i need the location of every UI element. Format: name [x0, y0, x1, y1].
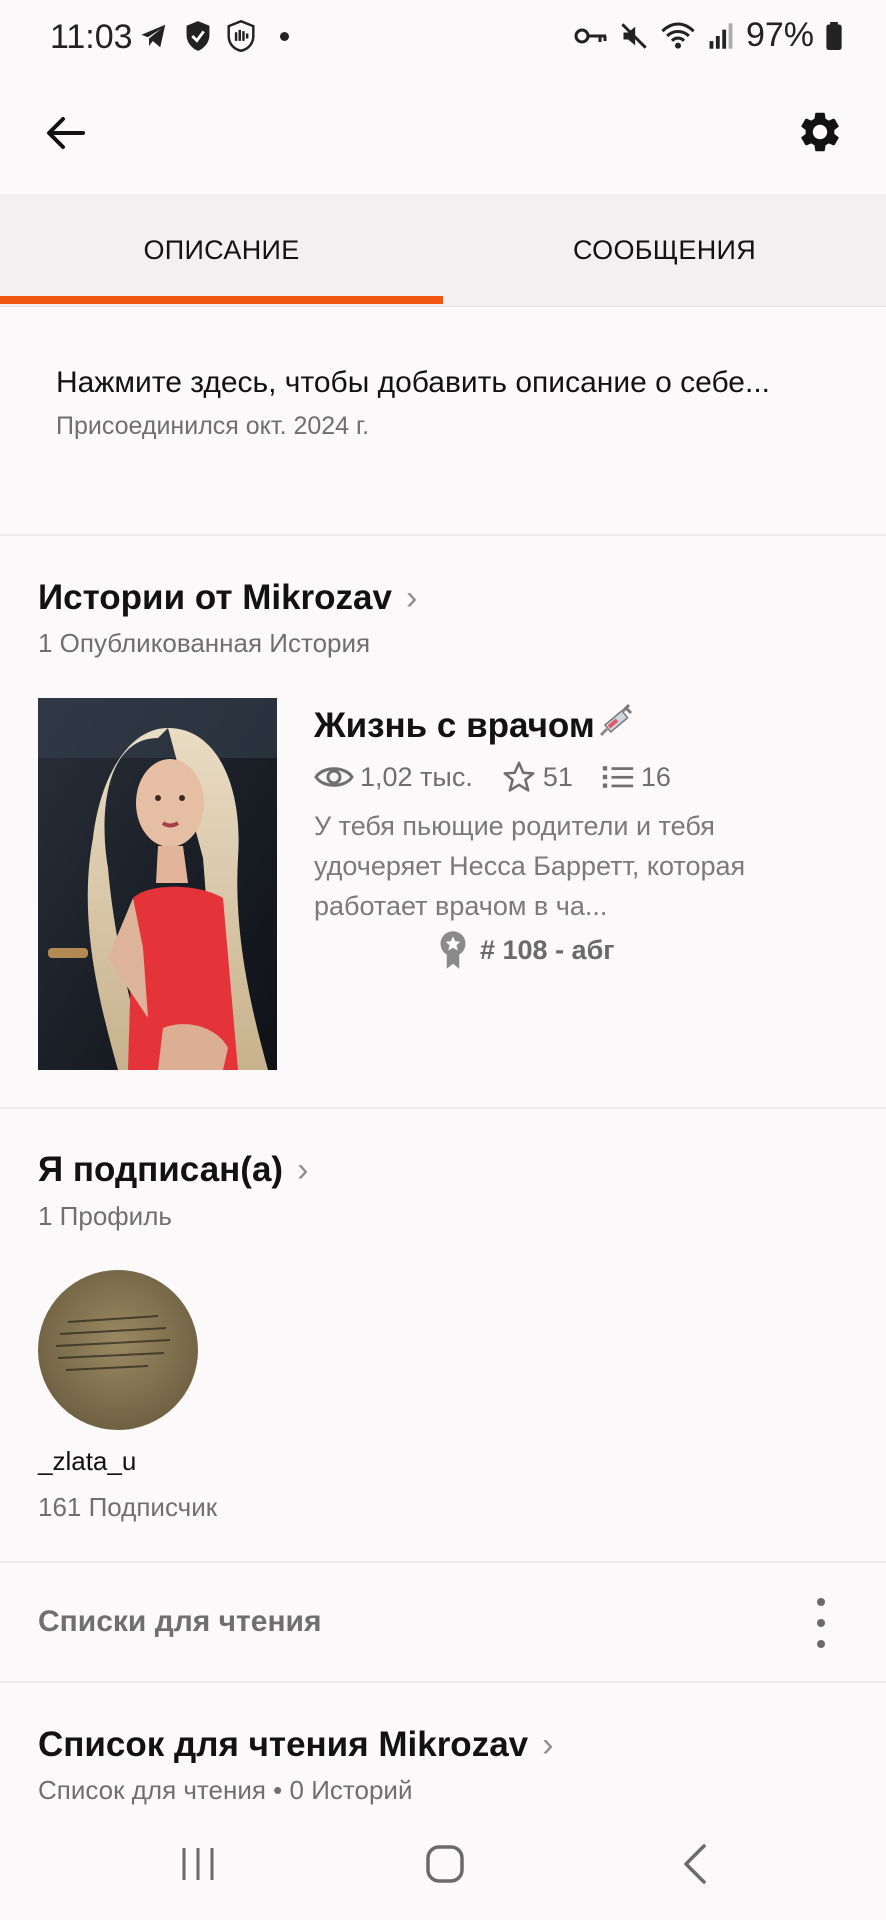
reading-list-title[interactable]: Список для чтения Mikrozav ›: [38, 1725, 553, 1765]
following-section-title[interactable]: Я подписан(а) ›: [38, 1150, 308, 1190]
avatar-image: [38, 1270, 198, 1430]
parts-stat: 16: [601, 762, 671, 793]
more-dot: [817, 1619, 825, 1627]
tab-description[interactable]: ОПИСАНИЕ: [0, 194, 443, 306]
status-time: 11:03: [50, 18, 133, 56]
following-username[interactable]: _zlata_u: [38, 1446, 136, 1477]
story-title-text: Жизнь с врачом: [314, 706, 595, 745]
settings-button[interactable]: [790, 102, 850, 162]
following-followers: 161 Подписчик: [38, 1492, 218, 1522]
story-title[interactable]: Жизнь с врачом: [314, 703, 635, 746]
app-bar: [0, 72, 886, 194]
gear-icon: [801, 112, 839, 152]
divider: [0, 1681, 886, 1683]
views-stat: 1,02 тыс.: [314, 762, 473, 793]
divider: [0, 1107, 886, 1109]
stories-count: 1 Опубликованная История: [38, 628, 371, 658]
recent-apps-button[interactable]: [158, 1834, 238, 1894]
cover-illustration: [38, 698, 277, 1070]
following-count: 1 Профиль: [38, 1201, 172, 1231]
story-cover-image[interactable]: [38, 698, 277, 1070]
profile-tabs: ОПИСАНИЕ СООБЩЕНИЯ: [0, 194, 886, 307]
chevron-right-icon: ›: [405, 578, 418, 617]
dot-icon: [280, 31, 289, 41]
chevron-left-icon: [684, 1844, 706, 1884]
eye-icon: [314, 767, 354, 787]
more-dot: [817, 1640, 825, 1648]
divider: [0, 534, 886, 536]
more-dot: [817, 1598, 825, 1606]
active-tab-indicator: [0, 296, 443, 304]
star-icon: [503, 761, 535, 792]
views-count: 1,02 тыс.: [360, 761, 473, 792]
status-bar: 11:03 97%: [0, 0, 886, 72]
stories-section-title[interactable]: Истории от Mikrozav ›: [38, 578, 417, 618]
battery-level: 97%: [745, 16, 814, 54]
system-back-button[interactable]: [655, 1834, 735, 1894]
reading-list-title-label: Список для чтения Mikrozav: [38, 1725, 529, 1764]
award-ribbon-icon: [440, 931, 466, 969]
mute-icon: [621, 22, 647, 49]
rank-text: # 108 - абг: [480, 934, 615, 965]
home-button[interactable]: [405, 1834, 485, 1894]
shield-check-icon: [186, 21, 210, 51]
more-options-button[interactable]: [806, 1598, 836, 1648]
stories-title-label: Истории от Mikrozav: [38, 578, 392, 617]
arrow-left-icon: [47, 117, 85, 149]
hand-shield-icon: [227, 20, 255, 52]
following-title-label: Я подписан(а): [38, 1150, 284, 1189]
reading-lists-header: Списки для чтения: [38, 1605, 322, 1638]
add-description-prompt[interactable]: Нажмите здесь, чтобы добавить описание о…: [56, 366, 770, 400]
battery-icon: [826, 21, 842, 50]
home-icon: [426, 1845, 464, 1883]
recent-apps-icon: [182, 1848, 214, 1880]
status-notification-icons: [138, 20, 289, 52]
story-rank[interactable]: # 108 - абг: [438, 930, 615, 970]
chevron-right-icon: ›: [297, 1150, 309, 1189]
key-icon: [574, 28, 607, 43]
votes-stat: 51: [501, 760, 573, 794]
telegram-icon: [141, 24, 166, 48]
story-description: У тебя пьющие родители и тебя удочеряет …: [314, 811, 746, 921]
story-stats: 1,02 тыс. 51 16: [314, 760, 699, 794]
parts-count: 16: [640, 761, 671, 792]
system-nav-bar: [0, 1810, 886, 1920]
reading-list-subtitle: Список для чтения • 0 Историй: [38, 1775, 413, 1805]
list-icon: [602, 766, 634, 788]
wifi-icon: [661, 21, 695, 49]
avatar[interactable]: [38, 1270, 198, 1430]
status-system-icons: 97%: [574, 16, 842, 55]
syringe-icon: [599, 703, 632, 737]
divider: [0, 1561, 886, 1563]
votes-count: 51: [542, 761, 573, 792]
tab-messages[interactable]: СООБЩЕНИЯ: [443, 194, 886, 306]
joined-date: Присоединился окт. 2024 г.: [56, 412, 370, 440]
chevron-right-icon: ›: [542, 1725, 554, 1764]
back-button[interactable]: [38, 106, 92, 160]
signal-icon: [709, 22, 733, 49]
